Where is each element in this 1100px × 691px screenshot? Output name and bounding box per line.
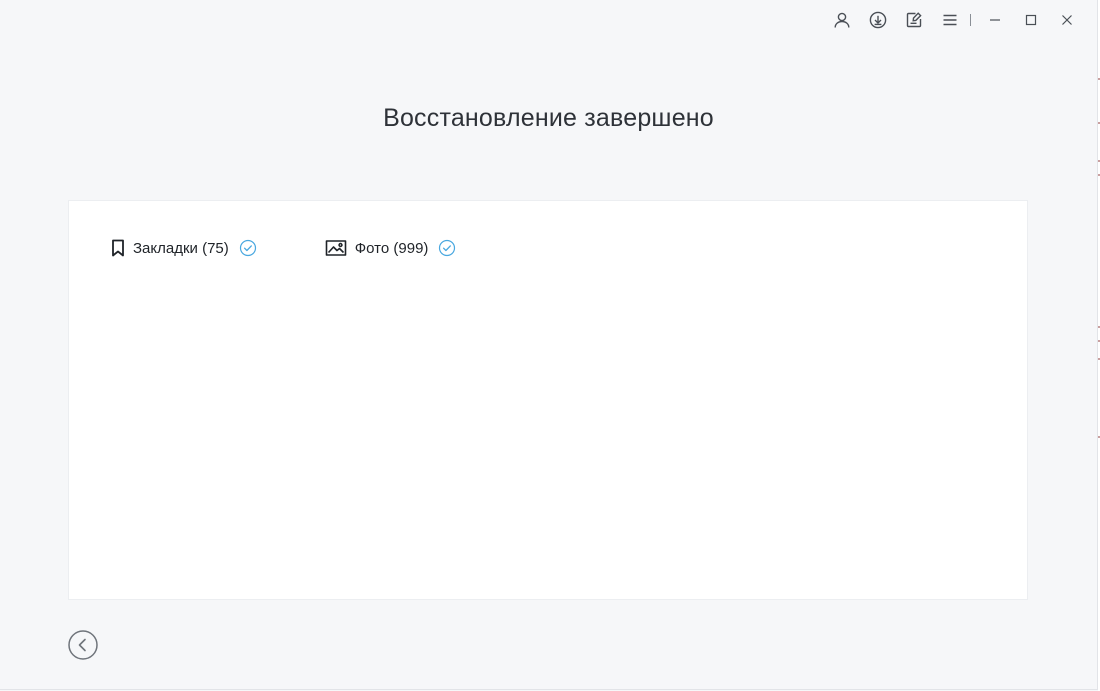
app-window: Восстановление завершено Закладки (75) Ф…: [0, 0, 1098, 690]
results-list: Закладки (75) Фото (999): [111, 237, 456, 259]
download-icon: [869, 11, 887, 29]
result-item-label: Закладки (75): [133, 239, 229, 257]
result-item-photos: Фото (999): [325, 237, 457, 259]
maximize-button[interactable]: [1013, 6, 1049, 34]
feedback-icon: [906, 12, 922, 28]
page-title: Восстановление завершено: [383, 104, 714, 132]
result-item-bookmarks: Закладки (75): [111, 237, 257, 259]
check-icon: [239, 239, 257, 257]
check-icon: [438, 239, 456, 257]
back-arrow-icon: [68, 630, 98, 660]
close-icon: [1062, 15, 1072, 25]
result-item-label: Фото (999): [354, 239, 429, 257]
title-bar: [824, 6, 1085, 34]
results-panel: Закладки (75) Фото (999): [68, 200, 1028, 600]
bookmark-icon: [111, 239, 125, 257]
maximize-icon: [1025, 14, 1037, 26]
menu-button[interactable]: [932, 6, 968, 34]
minimize-icon: [990, 19, 1000, 21]
titlebar-separator: [970, 14, 971, 26]
close-button[interactable]: [1049, 6, 1085, 34]
photo-icon: [325, 239, 347, 257]
user-icon: [834, 12, 850, 28]
back-button[interactable]: [68, 630, 98, 660]
account-button[interactable]: [824, 6, 860, 34]
menu-icon: [943, 14, 957, 26]
minimize-button[interactable]: [977, 6, 1013, 34]
feedback-button[interactable]: [896, 6, 932, 34]
download-button[interactable]: [860, 6, 896, 34]
